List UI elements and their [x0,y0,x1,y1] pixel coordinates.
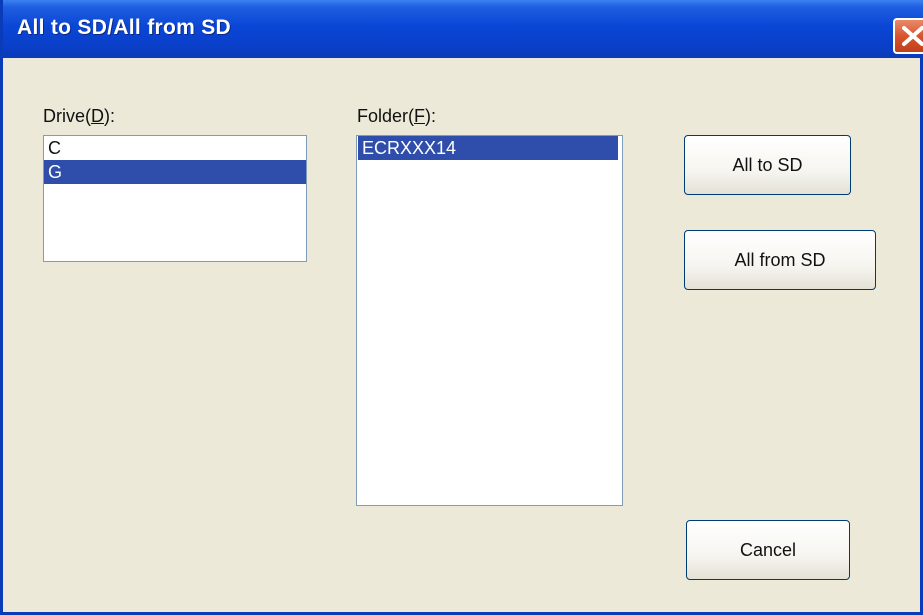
window-title: All to SD/All from SD [17,16,231,39]
list-item-drive-g[interactable]: G [44,160,306,184]
all-to-sd-button[interactable]: All to SD [684,135,851,195]
close-icon [902,26,923,46]
dialog-window: All to SD/All from SD Drive(D): C G Fold… [0,0,923,615]
folder-listbox[interactable]: ECRXXX14 [356,135,623,506]
close-button[interactable] [893,18,923,54]
drive-label: Drive(D): [43,106,115,126]
cancel-button[interactable]: Cancel [686,520,850,580]
all-from-sd-button[interactable]: All from SD [684,230,876,290]
drive-listbox[interactable]: C G [43,135,307,262]
folder-label: Folder(F): [357,106,437,126]
title-bar[interactable]: All to SD/All from SD [3,0,923,58]
list-item-drive-c[interactable]: C [44,136,306,160]
list-item-folder[interactable]: ECRXXX14 [358,136,618,160]
